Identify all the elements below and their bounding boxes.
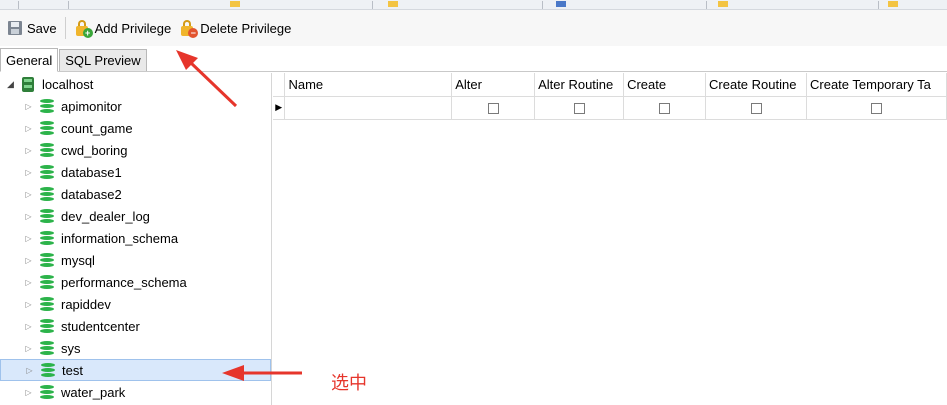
- tree-item-database[interactable]: ▷ test: [0, 359, 271, 381]
- database-icon: [40, 384, 54, 400]
- tree-item-label: water_park: [61, 384, 126, 400]
- tab-sql-preview-label: SQL Preview: [65, 53, 141, 68]
- tab-strip: General SQL Preview: [0, 48, 947, 72]
- database-icon: [40, 318, 54, 334]
- save-label: Save: [27, 20, 57, 36]
- privilege-grid: Name Alter Alter Routine Create Create R…: [273, 73, 947, 405]
- tree-item-label: database1: [61, 164, 122, 180]
- database-icon: [40, 208, 54, 224]
- database-icon: [40, 230, 54, 246]
- tree-item-label: mysql: [61, 252, 95, 268]
- tree-item-database[interactable]: ▷ performance_schema: [0, 271, 271, 293]
- tree-item-database[interactable]: ▷ count_game: [0, 117, 271, 139]
- tree-item-database[interactable]: ▷ database2: [0, 183, 271, 205]
- database-icon: [40, 164, 54, 180]
- tab-general[interactable]: General: [0, 48, 59, 72]
- tab-sql-preview[interactable]: SQL Preview: [59, 49, 147, 71]
- column-header-create-routine[interactable]: Create Routine: [705, 73, 807, 97]
- tree-item-label: test: [62, 362, 83, 378]
- tree-item-database[interactable]: ▷ information_schema: [0, 227, 271, 249]
- add-privilege-icon: +: [74, 20, 93, 38]
- database-icon: [40, 186, 54, 202]
- database-icon: [41, 362, 55, 378]
- tree-item-label: localhost: [42, 76, 94, 92]
- annotation-label: 选中: [331, 373, 367, 394]
- grid-header-row: Name Alter Alter Routine Create Create R…: [273, 73, 947, 97]
- column-header-create[interactable]: Create: [623, 73, 707, 97]
- expand-triangle-icon[interactable]: ▷: [24, 234, 33, 243]
- connection-tree: ◢ localhost ▷ apimonitor ▷ count_game ▷ cwd_b…: [0, 73, 272, 405]
- alter-routine-checkbox[interactable]: [573, 103, 585, 115]
- expand-triangle-icon[interactable]: ▷: [24, 344, 33, 353]
- current-row-indicator-icon: ▶: [273, 95, 286, 120]
- column-header-alter-routine[interactable]: Alter Routine: [534, 73, 625, 97]
- tree-item-label: information_schema: [61, 230, 179, 246]
- database-icon: [40, 274, 54, 290]
- tree-item-database[interactable]: ▷ rapiddev: [0, 293, 271, 315]
- tree-item-label: database2: [61, 186, 122, 202]
- tree-item-localhost[interactable]: ◢ localhost: [0, 73, 271, 95]
- database-icon: [40, 340, 54, 356]
- tree-item-label: performance_schema: [61, 274, 187, 290]
- create-routine-checkbox[interactable]: [750, 103, 762, 115]
- expand-triangle-icon[interactable]: ▷: [24, 256, 33, 265]
- expand-triangle-icon[interactable]: ▷: [24, 102, 33, 111]
- database-icon: [40, 98, 54, 114]
- delete-privilege-label: Delete Privilege: [200, 20, 292, 36]
- tree-item-database[interactable]: ▷ cwd_boring: [0, 139, 271, 161]
- row-indicator-header: [273, 73, 286, 97]
- expand-triangle-icon[interactable]: ▷: [24, 300, 33, 309]
- create-checkbox[interactable]: [659, 103, 671, 115]
- tree-item-database[interactable]: ▷ apimonitor: [0, 95, 271, 117]
- alter-checkbox[interactable]: [487, 103, 499, 115]
- database-icon: [40, 142, 54, 158]
- create-temporary-tables-checkbox[interactable]: [871, 103, 882, 115]
- tree-item-label: count_game: [61, 120, 133, 136]
- toolbar: Save + Add Privilege − Delete Privilege: [0, 10, 947, 46]
- tree-item-label: apimonitor: [61, 98, 122, 114]
- add-privilege-label: Add Privilege: [94, 20, 172, 36]
- database-icon: [40, 252, 54, 268]
- tree-item-label: sys: [61, 340, 81, 356]
- table-row[interactable]: ▶: [273, 95, 947, 120]
- tree-item-database[interactable]: ▷ database1: [0, 161, 271, 183]
- expand-triangle-icon[interactable]: ▷: [24, 168, 33, 177]
- expand-triangle-icon[interactable]: ▷: [24, 212, 33, 221]
- tree-item-database[interactable]: ▷ studentcenter: [0, 315, 271, 337]
- column-header-name[interactable]: Name: [284, 73, 453, 97]
- database-icon: [40, 120, 54, 136]
- tree-item-database[interactable]: ▷ mysql: [0, 249, 271, 271]
- tree-item-database[interactable]: ▷ sys: [0, 337, 271, 359]
- expand-triangle-icon[interactable]: ▷: [24, 124, 33, 133]
- database-icon: [40, 296, 54, 312]
- expand-triangle-icon[interactable]: ▷: [24, 278, 33, 287]
- column-header-alter[interactable]: Alter: [451, 73, 536, 97]
- save-icon: [8, 21, 22, 35]
- column-header-create-temporary-tables[interactable]: Create Temporary Ta: [806, 73, 947, 97]
- expand-triangle-icon[interactable]: ▷: [24, 190, 33, 199]
- expand-triangle-icon[interactable]: ▷: [25, 366, 34, 375]
- toolbar-divider: [64, 17, 66, 39]
- delete-privilege-button[interactable]: − Delete Privilege: [175, 15, 295, 41]
- name-cell[interactable]: [284, 95, 453, 120]
- expand-triangle-icon[interactable]: ▷: [24, 146, 33, 155]
- add-privilege-button[interactable]: + Add Privilege: [70, 15, 176, 41]
- delete-privilege-icon: −: [179, 20, 199, 38]
- save-button[interactable]: Save: [4, 15, 61, 41]
- window-top-strip: [0, 0, 947, 10]
- tree-item-label: studentcenter: [61, 318, 140, 334]
- expand-triangle-icon[interactable]: ▷: [24, 388, 33, 397]
- tree-item-database[interactable]: ▷ water_park: [0, 381, 271, 403]
- expand-triangle-icon[interactable]: ▷: [24, 322, 33, 331]
- tree-item-database[interactable]: ▷ dev_dealer_log: [0, 205, 271, 227]
- collapse-triangle-icon[interactable]: ◢: [6, 79, 15, 90]
- tab-general-label: General: [6, 52, 53, 68]
- tree-item-label: dev_dealer_log: [61, 208, 150, 224]
- tree-item-label: rapiddev: [61, 296, 111, 312]
- server-icon: [22, 76, 34, 92]
- tree-item-label: cwd_boring: [61, 142, 128, 158]
